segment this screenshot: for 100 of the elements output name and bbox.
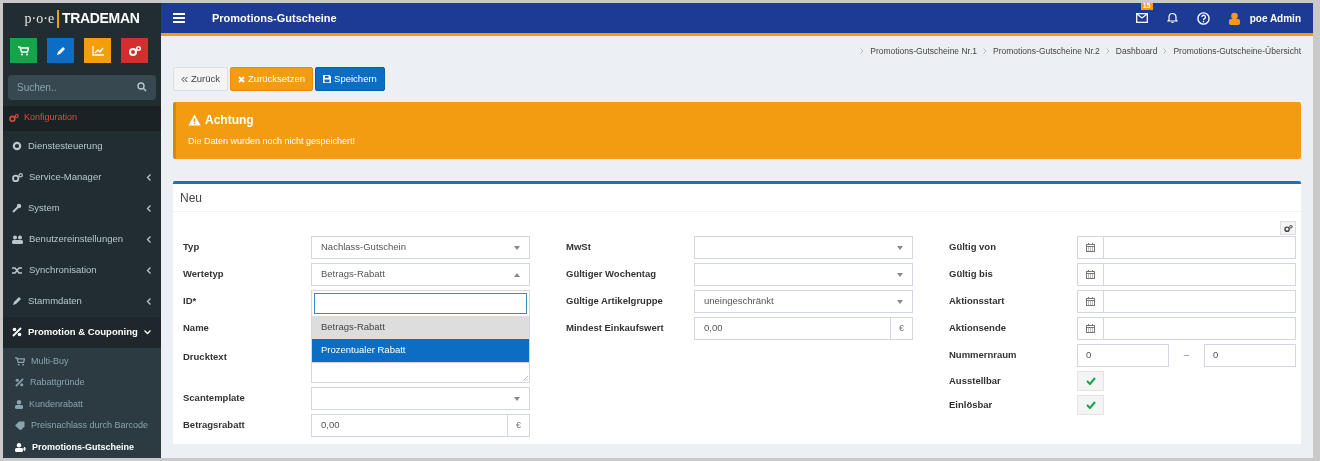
number-field[interactable]: 0	[1204, 344, 1296, 367]
breadcrumb-link[interactable]: Promotions-Gutscheine-Übersicht	[1173, 44, 1301, 58]
breadcrumb-link[interactable]: Promotions-Gutscheine Nr.2	[993, 44, 1100, 58]
bell-icon	[1166, 12, 1178, 24]
chevron-right-icon	[1105, 48, 1110, 54]
caret-up-icon	[514, 272, 520, 277]
cart-button[interactable]	[10, 38, 37, 64]
chevron-right-icon	[1163, 48, 1168, 54]
breadcrumb-link[interactable]: Promotions-Gutscheine Nr.1	[870, 44, 978, 58]
resize-handle-icon[interactable]	[523, 376, 528, 381]
sidebar-subitem[interactable]: Multi-Buy	[3, 350, 161, 372]
calendar-button[interactable]	[1077, 236, 1104, 259]
settings-button[interactable]	[1280, 221, 1296, 235]
field-label: Betragsrabatt	[183, 418, 246, 433]
user-name[interactable]: poe Admin	[1249, 10, 1301, 26]
sidebar-item[interactable]: Benutzereinstellungen	[3, 223, 161, 255]
checkbox[interactable]	[1077, 371, 1104, 391]
search-field[interactable]: Suchen..	[8, 75, 156, 101]
mail-button[interactable]	[1135, 13, 1148, 23]
checkmark-icon	[1085, 377, 1096, 385]
caret-down-icon	[514, 245, 520, 250]
select-field[interactable]: Betrags-Rabatt	[311, 263, 530, 286]
calendar-icon	[1086, 324, 1095, 333]
select-field[interactable]	[311, 387, 530, 410]
date-field[interactable]	[1104, 317, 1296, 340]
calendar-button[interactable]	[1077, 317, 1104, 340]
warning-icon	[188, 114, 201, 126]
sidebar-item[interactable]: Service-Manager	[3, 161, 161, 193]
number-field[interactable]: 0	[1077, 344, 1169, 367]
select-field[interactable]	[694, 236, 913, 259]
sidebar-item[interactable]: Promotion & Couponing	[3, 316, 161, 348]
field-label: Wertetyp	[183, 267, 225, 282]
sidebar-subitem[interactable]: Kundenrabatt	[3, 393, 161, 415]
alert-title: Achtung	[205, 112, 254, 129]
chart-button[interactable]	[84, 38, 111, 64]
field-label: Mindest Einkaufswert	[566, 321, 665, 336]
range-separator: –	[1182, 348, 1191, 363]
pencil-button[interactable]	[47, 38, 74, 64]
calendar-icon	[1086, 297, 1095, 306]
sidebar-subitem[interactable]: Preisnachlass durch Barcode	[3, 415, 161, 437]
shuffle-icon	[12, 265, 23, 275]
calendar-button[interactable]	[1077, 263, 1104, 286]
back-button[interactable]: Zurück	[173, 67, 229, 91]
caret-down-icon	[897, 272, 903, 277]
amount-field[interactable]: 0,00	[694, 317, 891, 340]
currency-addon: €	[508, 414, 530, 437]
date-field[interactable]	[1104, 263, 1296, 286]
notifications-button[interactable]	[1166, 12, 1178, 24]
page-title: Promotions-Gutscheine	[212, 10, 337, 26]
sidebar-item[interactable]: Dienstesteuerung	[3, 130, 161, 162]
cart-icon	[15, 356, 25, 366]
sidebar-subitem[interactable]: Rabattgründe	[3, 372, 161, 394]
double-chevron-left-icon	[181, 75, 188, 83]
currency-addon: €	[891, 317, 913, 340]
field-label: Gültiger Wochentag	[566, 267, 658, 282]
date-field[interactable]	[1104, 236, 1296, 259]
select-field[interactable]	[694, 263, 913, 286]
calendar-button[interactable]	[1077, 290, 1104, 313]
sidebar-item[interactable]: System	[3, 192, 161, 224]
field-label: Aktionsstart	[949, 294, 1006, 309]
caret-down-icon	[514, 396, 520, 401]
search-icon	[137, 82, 147, 93]
select-field[interactable]: Nachlass-Gutschein	[311, 236, 530, 259]
sidebar-item[interactable]: Stammdaten	[3, 285, 161, 317]
card-title: Neu	[180, 189, 202, 207]
sidebar-item[interactable]: Synchronisation	[3, 254, 161, 286]
breadcrumb-link[interactable]: Dashboard	[1115, 44, 1158, 58]
calendar-icon	[1086, 243, 1095, 252]
percent-icon	[15, 378, 24, 388]
checkbox[interactable]	[1077, 395, 1104, 415]
field-label: Drucktext	[183, 350, 228, 364]
settings-button[interactable]	[121, 38, 148, 64]
field-label: Gültige Artikelgruppe	[566, 294, 664, 309]
field-label: ID*	[183, 294, 198, 309]
caret-down-icon	[897, 299, 903, 304]
field-label: Nummernraum	[949, 348, 1018, 363]
tag-icon	[15, 421, 25, 431]
close-icon	[238, 75, 246, 83]
field-label: Ausstellbar	[949, 373, 1002, 388]
menu-button[interactable]	[173, 13, 185, 23]
user-plus-icon	[15, 442, 26, 452]
gears-icon	[12, 172, 23, 182]
help-button[interactable]	[1196, 11, 1210, 25]
pencil-icon	[55, 45, 66, 56]
field-label: Gültig von	[949, 240, 997, 255]
dropdown-search-field[interactable]	[314, 293, 527, 314]
gears-icon	[128, 45, 141, 56]
sidebar-subitem[interactable]: Promotions-Gutscheine	[3, 436, 161, 458]
user-avatar-icon	[1228, 11, 1240, 25]
field-label: Gültig bis	[949, 267, 994, 282]
save-button[interactable]: Speichern	[315, 67, 385, 91]
field-label: Einlösbar	[949, 397, 994, 412]
date-field[interactable]	[1104, 290, 1296, 313]
select-field[interactable]: uneingeschränkt	[694, 290, 913, 313]
logo-name: TRADEMAN	[62, 9, 140, 29]
field-label: Typ	[183, 240, 201, 255]
pencil-icon	[12, 296, 22, 306]
dropdown-option[interactable]: Betrags-Rabatt	[312, 316, 529, 339]
amount-field[interactable]: 0,00	[311, 414, 508, 437]
dropdown-option[interactable]: Prozentualer Rabatt	[312, 339, 529, 362]
